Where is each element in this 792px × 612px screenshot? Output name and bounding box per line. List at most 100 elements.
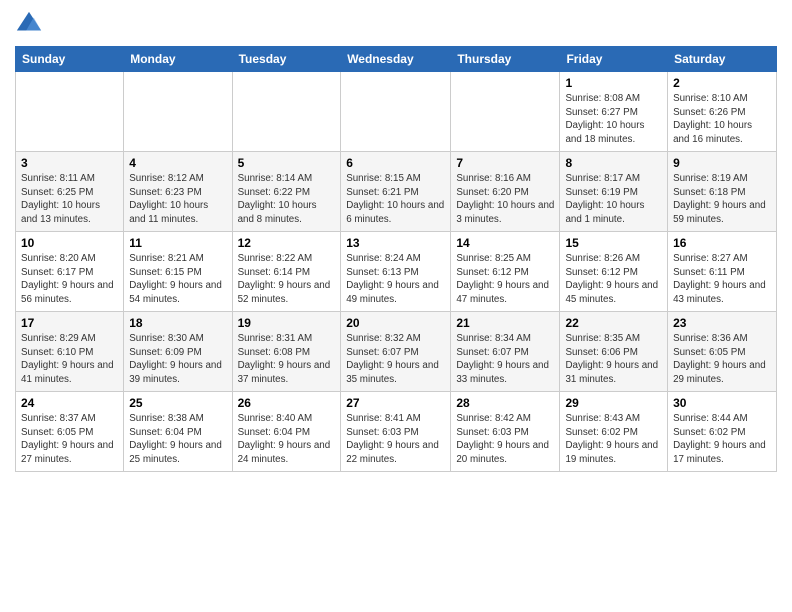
day-info: Sunrise: 8:36 AMSunset: 6:05 PMDaylight:… <box>673 332 771 387</box>
calendar-cell: 14 Sunrise: 8:25 AMSunset: 6:12 PMDayligh… <box>451 232 560 312</box>
day-number: 25 <box>129 396 226 410</box>
calendar-cell: 16 Sunrise: 8:27 AMSunset: 6:11 PMDayligh… <box>668 232 777 312</box>
calendar-cell: 6 Sunrise: 8:15 AMSunset: 6:21 PMDaylight… <box>341 152 451 232</box>
day-info: Sunrise: 8:32 AMSunset: 6:07 PMDaylight:… <box>346 332 445 387</box>
calendar-table: SundayMondayTuesdayWednesdayThursdayFrid… <box>15 46 777 472</box>
calendar-cell: 8 Sunrise: 8:17 AMSunset: 6:19 PMDaylight… <box>560 152 668 232</box>
day-info: Sunrise: 8:38 AMSunset: 6:04 PMDaylight:… <box>129 412 226 467</box>
calendar-cell: 20 Sunrise: 8:32 AMSunset: 6:07 PMDayligh… <box>341 312 451 392</box>
day-number: 1 <box>565 76 662 90</box>
day-info: Sunrise: 8:17 AMSunset: 6:19 PMDaylight:… <box>565 172 662 227</box>
day-info: Sunrise: 8:30 AMSunset: 6:09 PMDaylight:… <box>129 332 226 387</box>
calendar-cell: 2 Sunrise: 8:10 AMSunset: 6:26 PMDaylight… <box>668 72 777 152</box>
calendar-header-tuesday: Tuesday <box>232 47 341 72</box>
day-number: 17 <box>21 316 118 330</box>
calendar-cell: 27 Sunrise: 8:41 AMSunset: 6:03 PMDayligh… <box>341 392 451 472</box>
calendar-cell: 5 Sunrise: 8:14 AMSunset: 6:22 PMDaylight… <box>232 152 341 232</box>
calendar-cell: 28Sunrise: 8:42 AMSunset: 6:03 PMDayligh… <box>451 392 560 472</box>
day-info: Sunrise: 8:14 AMSunset: 6:22 PMDaylight:… <box>238 172 336 227</box>
page-header <box>15 10 777 38</box>
calendar-header-sunday: Sunday <box>16 47 124 72</box>
day-info: Sunrise: 8:43 AMSunset: 6:02 PMDaylight:… <box>565 412 662 467</box>
calendar-cell: 15 Sunrise: 8:26 AMSunset: 6:12 PMDayligh… <box>560 232 668 312</box>
day-info: Sunrise: 8:21 AMSunset: 6:15 PMDaylight:… <box>129 252 226 307</box>
page-container: SundayMondayTuesdayWednesdayThursdayFrid… <box>0 0 792 482</box>
day-info: Sunrise: 8:20 AMSunset: 6:17 PMDaylight:… <box>21 252 118 307</box>
calendar-header-friday: Friday <box>560 47 668 72</box>
day-info: Sunrise: 8:41 AMSunset: 6:03 PMDaylight:… <box>346 412 445 467</box>
day-info: Sunrise: 8:35 AMSunset: 6:06 PMDaylight:… <box>565 332 662 387</box>
day-info: Sunrise: 8:37 AMSunset: 6:05 PMDaylight:… <box>21 412 118 467</box>
calendar-cell <box>124 72 232 152</box>
day-number: 18 <box>129 316 226 330</box>
calendar-cell: 10Sunrise: 8:20 AMSunset: 6:17 PMDayligh… <box>16 232 124 312</box>
day-info: Sunrise: 8:29 AMSunset: 6:10 PMDaylight:… <box>21 332 118 387</box>
day-number: 7 <box>456 156 554 170</box>
calendar-cell: 3 Sunrise: 8:11 AMSunset: 6:25 PMDaylight… <box>16 152 124 232</box>
day-number: 24 <box>21 396 118 410</box>
day-number: 29 <box>565 396 662 410</box>
day-info: Sunrise: 8:10 AMSunset: 6:26 PMDaylight:… <box>673 92 771 147</box>
day-number: 21 <box>456 316 554 330</box>
day-number: 5 <box>238 156 336 170</box>
calendar-week-4: 24 Sunrise: 8:37 AMSunset: 6:05 PMDayligh… <box>16 392 777 472</box>
day-number: 15 <box>565 236 662 250</box>
calendar-header-row: SundayMondayTuesdayWednesdayThursdayFrid… <box>16 47 777 72</box>
day-number: 20 <box>346 316 445 330</box>
calendar-week-1: 3 Sunrise: 8:11 AMSunset: 6:25 PMDaylight… <box>16 152 777 232</box>
calendar-cell: 24 Sunrise: 8:37 AMSunset: 6:05 PMDayligh… <box>16 392 124 472</box>
day-info: Sunrise: 8:44 AMSunset: 6:02 PMDaylight:… <box>673 412 771 467</box>
day-number: 9 <box>673 156 771 170</box>
day-number: 26 <box>238 396 336 410</box>
day-info: Sunrise: 8:22 AMSunset: 6:14 PMDaylight:… <box>238 252 336 307</box>
day-number: 19 <box>238 316 336 330</box>
day-number: 16 <box>673 236 771 250</box>
day-number: 22 <box>565 316 662 330</box>
day-info: Sunrise: 8:34 AMSunset: 6:07 PMDaylight:… <box>456 332 554 387</box>
day-info: Sunrise: 8:11 AMSunset: 6:25 PMDaylight:… <box>21 172 118 227</box>
calendar-week-2: 10Sunrise: 8:20 AMSunset: 6:17 PMDayligh… <box>16 232 777 312</box>
calendar-cell: 1 Sunrise: 8:08 AMSunset: 6:27 PMDaylight… <box>560 72 668 152</box>
day-info: Sunrise: 8:40 AMSunset: 6:04 PMDaylight:… <box>238 412 336 467</box>
day-number: 11 <box>129 236 226 250</box>
day-number: 8 <box>565 156 662 170</box>
calendar-cell <box>232 72 341 152</box>
calendar-cell <box>451 72 560 152</box>
day-info: Sunrise: 8:26 AMSunset: 6:12 PMDaylight:… <box>565 252 662 307</box>
day-number: 14 <box>456 236 554 250</box>
day-number: 27 <box>346 396 445 410</box>
logo <box>15 10 47 38</box>
calendar-cell <box>341 72 451 152</box>
day-info: Sunrise: 8:42 AMSunset: 6:03 PMDaylight:… <box>456 412 554 467</box>
day-info: Sunrise: 8:15 AMSunset: 6:21 PMDaylight:… <box>346 172 445 227</box>
day-info: Sunrise: 8:27 AMSunset: 6:11 PMDaylight:… <box>673 252 771 307</box>
calendar-cell: 9 Sunrise: 8:19 AMSunset: 6:18 PMDaylight… <box>668 152 777 232</box>
day-info: Sunrise: 8:25 AMSunset: 6:12 PMDaylight:… <box>456 252 554 307</box>
calendar-header-thursday: Thursday <box>451 47 560 72</box>
calendar-cell: 25 Sunrise: 8:38 AMSunset: 6:04 PMDayligh… <box>124 392 232 472</box>
day-number: 23 <box>673 316 771 330</box>
calendar-cell: 29 Sunrise: 8:43 AMSunset: 6:02 PMDayligh… <box>560 392 668 472</box>
calendar-cell: 12 Sunrise: 8:22 AMSunset: 6:14 PMDayligh… <box>232 232 341 312</box>
day-number: 3 <box>21 156 118 170</box>
day-info: Sunrise: 8:19 AMSunset: 6:18 PMDaylight:… <box>673 172 771 227</box>
day-info: Sunrise: 8:24 AMSunset: 6:13 PMDaylight:… <box>346 252 445 307</box>
logo-icon <box>15 10 43 38</box>
day-info: Sunrise: 8:31 AMSunset: 6:08 PMDaylight:… <box>238 332 336 387</box>
calendar-week-3: 17 Sunrise: 8:29 AMSunset: 6:10 PMDayligh… <box>16 312 777 392</box>
day-number: 2 <box>673 76 771 90</box>
calendar-cell: 18 Sunrise: 8:30 AMSunset: 6:09 PMDayligh… <box>124 312 232 392</box>
day-number: 6 <box>346 156 445 170</box>
day-number: 4 <box>129 156 226 170</box>
calendar-cell: 13 Sunrise: 8:24 AMSunset: 6:13 PMDayligh… <box>341 232 451 312</box>
day-info: Sunrise: 8:08 AMSunset: 6:27 PMDaylight:… <box>565 92 662 147</box>
calendar-cell: 23 Sunrise: 8:36 AMSunset: 6:05 PMDayligh… <box>668 312 777 392</box>
calendar-cell: 26 Sunrise: 8:40 AMSunset: 6:04 PMDayligh… <box>232 392 341 472</box>
calendar-cell: 19 Sunrise: 8:31 AMSunset: 6:08 PMDayligh… <box>232 312 341 392</box>
calendar-week-0: 1 Sunrise: 8:08 AMSunset: 6:27 PMDaylight… <box>16 72 777 152</box>
calendar-cell: 22 Sunrise: 8:35 AMSunset: 6:06 PMDayligh… <box>560 312 668 392</box>
calendar-cell: 21 Sunrise: 8:34 AMSunset: 6:07 PMDayligh… <box>451 312 560 392</box>
calendar-cell: 7Sunrise: 8:16 AMSunset: 6:20 PMDaylight… <box>451 152 560 232</box>
day-number: 13 <box>346 236 445 250</box>
day-number: 12 <box>238 236 336 250</box>
